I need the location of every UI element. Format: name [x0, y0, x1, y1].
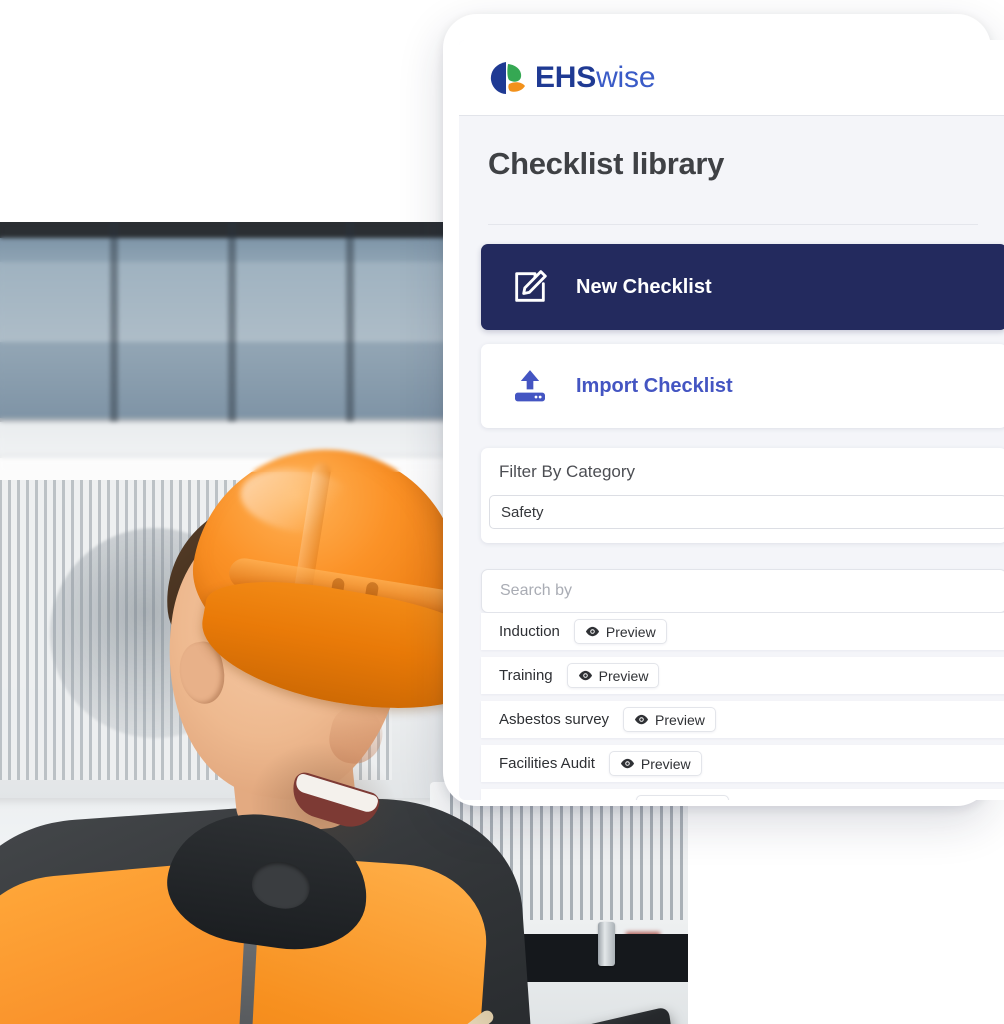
- page-title: Checklist library: [488, 146, 725, 181]
- preview-button[interactable]: Preview: [636, 795, 730, 801]
- preview-label: Preview: [598, 667, 649, 684]
- checklist-name: QA Site Inspection: [499, 799, 622, 800]
- preview-button[interactable]: Preview: [566, 663, 660, 688]
- list-item[interactable]: QA Site Inspection Preview: [481, 789, 1004, 800]
- checklist-name: Training: [499, 667, 553, 684]
- list-item[interactable]: Training Preview: [481, 657, 1004, 694]
- list-item[interactable]: Induction Preview: [481, 613, 1004, 650]
- ehswise-logo[interactable]: EHSwise: [488, 58, 656, 98]
- new-checklist-label: New Checklist: [576, 275, 712, 298]
- page-header: Checklist library: [459, 116, 1004, 202]
- eye-icon: [634, 714, 649, 725]
- eye-icon: [620, 758, 634, 769]
- preview-label: Preview: [655, 711, 705, 728]
- checklist-name: Induction: [499, 623, 560, 640]
- eye-icon: [578, 670, 592, 681]
- device-frame: EHSwise Checklist library New Checklist: [443, 14, 1004, 806]
- preview-button[interactable]: Preview: [573, 619, 667, 644]
- logo-wordmark: EHSwise: [535, 60, 656, 94]
- ehswise-logo-mark-icon: [490, 61, 525, 94]
- import-checklist-label: Import Checklist: [576, 374, 733, 397]
- list-item[interactable]: Asbestos survey Preview: [481, 701, 1004, 738]
- filter-card: Filter By Category Safety: [481, 448, 1004, 543]
- checklist-list: Induction Preview Training Preview Asbes…: [481, 613, 1004, 800]
- category-select-value: Safety: [501, 503, 544, 521]
- app-header: EHSwise: [459, 40, 1004, 116]
- search-placeholder: Search by: [500, 582, 573, 599]
- logo-text-wise: wise: [596, 60, 656, 94]
- preview-button[interactable]: Preview: [623, 707, 716, 732]
- preview-label: Preview: [605, 623, 656, 640]
- logo-text-ehs: EHS: [535, 60, 597, 94]
- preview-button[interactable]: Preview: [608, 751, 702, 776]
- list-item[interactable]: Facilities Audit Preview: [481, 745, 1004, 782]
- eye-icon: [585, 626, 599, 637]
- app-screen: EHSwise Checklist library New Checklist: [459, 40, 1004, 800]
- edit-square-icon: [515, 270, 547, 302]
- category-select[interactable]: Safety: [489, 495, 1004, 529]
- preview-label: Preview: [640, 755, 691, 772]
- search-input[interactable]: Search by: [481, 569, 1004, 613]
- upload-icon: [515, 370, 545, 402]
- filter-by-category-label: Filter By Category: [499, 462, 636, 481]
- checklist-name: Asbestos survey: [499, 711, 610, 728]
- import-checklist-button[interactable]: Import Checklist: [481, 344, 1004, 428]
- new-checklist-button[interactable]: New Checklist: [481, 244, 1004, 330]
- page-root: EHSwise Checklist library New Checklist: [0, 0, 1004, 1024]
- checklist-name: Facilities Audit: [499, 755, 595, 772]
- header-divider: [488, 224, 978, 225]
- preview-label: Preview: [668, 800, 718, 801]
